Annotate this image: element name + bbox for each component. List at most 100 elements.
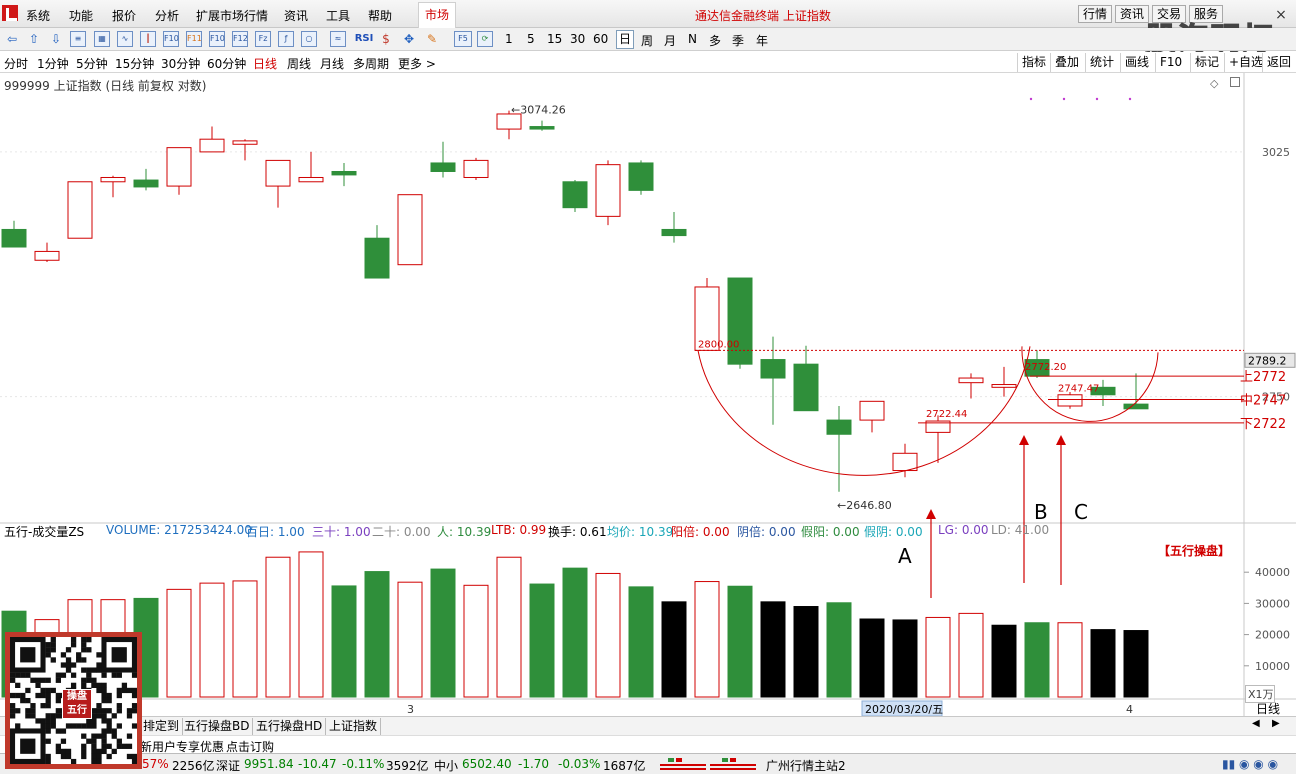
f11-icon[interactable]: F11 (186, 31, 202, 47)
qr-module (91, 743, 97, 749)
f5-icon[interactable]: F5 (454, 31, 472, 47)
period-day[interactable]: 日 (616, 30, 635, 49)
f10-icon[interactable]: F10 (163, 31, 179, 47)
line-chart-icon[interactable]: ∿ (117, 31, 133, 47)
qr-module (96, 753, 102, 760)
fto-icon[interactable]: ƒ (278, 31, 294, 47)
qr-module (91, 723, 97, 729)
refresh-icon[interactable]: ⟳ (477, 31, 493, 47)
menu-analysis[interactable]: 分析 (155, 7, 179, 24)
qr-module (65, 647, 72, 653)
candle-body (529, 126, 555, 130)
quote-button[interactable]: 行情 (1078, 5, 1113, 23)
f10-alt-icon[interactable]: F10 (209, 31, 225, 47)
qr-module (65, 723, 72, 729)
tab-15min[interactable]: 15分钟 (115, 55, 154, 72)
period-30[interactable]: 30 (570, 32, 585, 46)
tab-30min[interactable]: 30分钟 (161, 55, 200, 72)
dollar-icon[interactable]: $ (378, 31, 394, 47)
period-year[interactable]: 年 (756, 32, 768, 49)
qr-module (121, 687, 128, 694)
qr-module (65, 753, 72, 760)
news-button[interactable]: 资讯 (1115, 5, 1150, 23)
menu-extended-market[interactable]: 扩展市场行情 (196, 7, 268, 24)
zx-name[interactable]: 中小 (434, 757, 458, 774)
qr-module (55, 672, 61, 678)
tab-monthly[interactable]: 月线 (320, 55, 344, 72)
menu-help[interactable]: 帮助 (368, 7, 392, 24)
volume-bar (661, 601, 687, 698)
period-month[interactable]: 月 (664, 32, 676, 49)
mark-button[interactable]: 标记 (1190, 53, 1223, 72)
arrow-left-icon[interactable]: ⇦ (4, 31, 20, 47)
tab-wuxing-hd[interactable]: 五行操盘HD (253, 718, 327, 735)
tab-daily[interactable]: 日线 (253, 55, 277, 72)
period-15[interactable]: 15 (547, 32, 562, 46)
menu-news[interactable]: 资讯 (284, 7, 308, 24)
candle-body (463, 159, 489, 178)
market-tab[interactable]: 市场 (418, 2, 456, 28)
f10-button[interactable]: F10 (1155, 53, 1186, 72)
tab-shanghai-index[interactable]: 上证指数 (326, 718, 382, 735)
period-1[interactable]: 1 (505, 32, 513, 46)
qr-finder-core (111, 647, 127, 663)
tab-5min[interactable]: 5分钟 (76, 55, 108, 72)
nav-left-icon[interactable]: ◀ (1252, 718, 1260, 729)
diamond-icon[interactable]: ◇ (1210, 77, 1218, 90)
chart-area[interactable]: 3025 2750 40000 30000 20000 10000 ←3074.26 ←26… (0, 73, 1296, 721)
nav-right-icon[interactable]: ▶ (1272, 718, 1280, 729)
candle-body (760, 359, 786, 379)
candlestick-chart[interactable]: 3025275040000300002000010000 ←3074.26←26… (0, 73, 1296, 721)
qr-module (15, 723, 21, 729)
close-icon[interactable]: × (1272, 6, 1290, 24)
back-button[interactable]: 返回 (1262, 53, 1295, 72)
tab-more[interactable]: 更多 > (398, 55, 436, 72)
tab-timeshare[interactable]: 分时 (4, 55, 28, 72)
indicator-value: VOLUME: 217253424.00 (106, 523, 252, 537)
indicator-name[interactable]: 五行-成交量ZS (4, 523, 84, 540)
indicator-button[interactable]: 指标 (1017, 53, 1050, 72)
arrow-up-icon[interactable]: ⇧ (26, 31, 42, 47)
chart-settings-icon[interactable] (1230, 77, 1240, 87)
circle-icon[interactable]: ○ (301, 31, 317, 47)
qr-module (106, 723, 112, 729)
period-multi[interactable]: 多 (709, 32, 721, 49)
overlay-button[interactable]: 叠加 (1050, 53, 1083, 72)
move-icon[interactable]: ✥ (401, 31, 417, 47)
qr-module (131, 692, 137, 699)
tab-60min[interactable]: 60分钟 (207, 55, 246, 72)
f12-icon[interactable]: F12 (232, 31, 248, 47)
sz-name[interactable]: 深证 (216, 757, 240, 774)
draw-line-button[interactable]: 画线 (1120, 53, 1153, 72)
wave-icon[interactable]: ≈ (330, 31, 346, 47)
menu-system[interactable]: 系统 (26, 7, 50, 24)
stats-button[interactable]: 统计 (1085, 53, 1118, 72)
tab-1min[interactable]: 1分钟 (37, 55, 69, 72)
menu-quote[interactable]: 报价 (112, 7, 136, 24)
tab-wuxing-bd[interactable]: 五行操盘BD (181, 718, 254, 735)
period-60[interactable]: 60 (593, 32, 608, 46)
server-name[interactable]: 广州行情主站2 (766, 757, 846, 774)
qr-module (65, 748, 72, 755)
period-season[interactable]: 季 (732, 32, 744, 49)
list-icon[interactable]: ≡ (70, 31, 86, 47)
pencil-icon[interactable]: ✎ (424, 31, 440, 47)
period-tag: 日线 (1256, 702, 1281, 716)
menu-function[interactable]: 功能 (69, 7, 93, 24)
tab-ranking[interactable]: 排定到 (140, 718, 184, 735)
menu-tools[interactable]: 工具 (326, 7, 350, 24)
period-5[interactable]: 5 (527, 32, 535, 46)
arrow-down-icon[interactable]: ⇩ (48, 31, 64, 47)
table-icon[interactable]: ▦ (94, 31, 110, 47)
add-watchlist-button[interactable]: +自选 (1224, 53, 1267, 72)
fz-icon[interactable]: Fz (255, 31, 271, 47)
qr-module (40, 703, 46, 709)
qr-module (86, 677, 92, 683)
candle-chart-icon[interactable]: ┃ (140, 31, 156, 47)
rsi-icon[interactable]: RSI (353, 31, 375, 47)
period-n[interactable]: N (688, 32, 697, 46)
tab-weekly[interactable]: 周线 (287, 55, 311, 72)
tab-multi-period[interactable]: 多周期 (353, 55, 389, 72)
qr-module (91, 708, 97, 714)
period-week[interactable]: 周 (641, 32, 653, 49)
